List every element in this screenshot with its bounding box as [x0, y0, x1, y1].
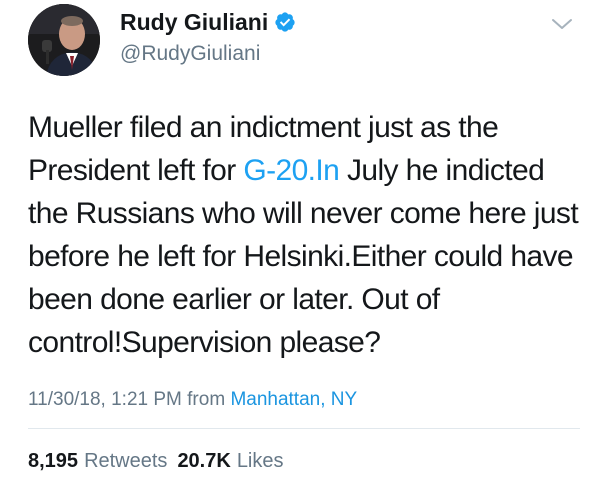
tweet-location[interactable]: Manhattan, NY: [230, 389, 357, 410]
chevron-down-icon[interactable]: [550, 16, 574, 32]
user-handle[interactable]: @RudyGiuliani: [120, 41, 296, 67]
tweet-timestamp[interactable]: 11/30/18, 1:21 PM: [28, 389, 182, 410]
display-name[interactable]: Rudy Giuliani: [120, 8, 268, 36]
retweets-stat[interactable]: 8,195 Retweets: [28, 448, 167, 474]
retweets-count: 8,195: [28, 450, 79, 472]
tweet-link[interactable]: G-20.In: [243, 154, 339, 187]
retweets-label: Retweets: [84, 450, 168, 472]
name-row: Rudy Giuliani: [120, 8, 296, 36]
from-label: from: [187, 389, 226, 410]
likes-count: 20.7K: [177, 450, 231, 472]
avatar[interactable]: [28, 4, 100, 76]
tweet-card: Rudy Giuliani @RudyGiuliani Mueller file…: [0, 0, 600, 478]
tweet-stats: 8,195 Retweets 20.7K Likes: [28, 448, 284, 474]
divider: [28, 428, 580, 429]
verified-badge-icon: [275, 12, 295, 32]
likes-label: Likes: [236, 450, 284, 472]
user-info: Rudy Giuliani @RudyGiuliani: [120, 8, 296, 67]
tweet-meta: 11/30/18, 1:21 PM from Manhattan, NY: [28, 388, 357, 412]
tweet-text: Mueller filed an indictment just as the …: [28, 106, 588, 364]
likes-stat[interactable]: 20.7K Likes: [177, 448, 283, 474]
avatar-image: [28, 4, 100, 76]
